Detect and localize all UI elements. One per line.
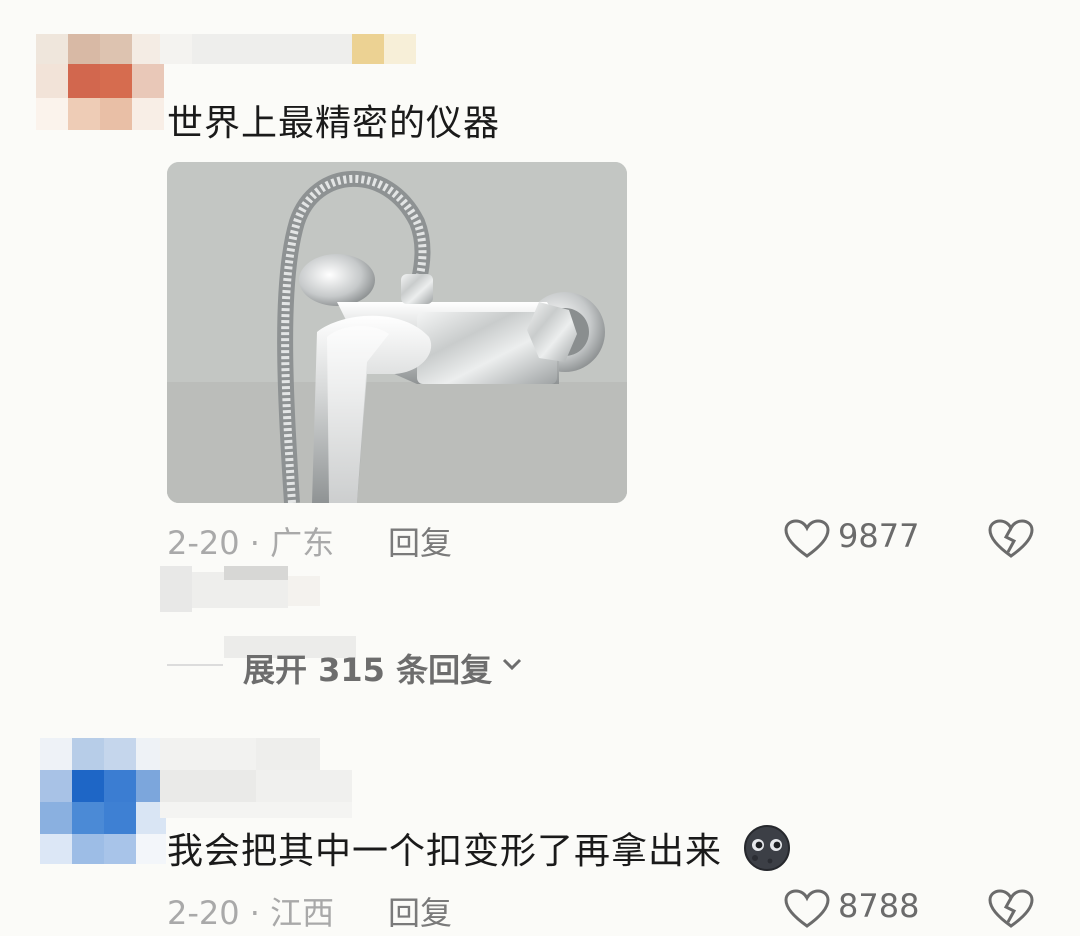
reply-button[interactable]: 回复	[388, 888, 452, 934]
avatar[interactable]	[36, 34, 164, 130]
heart-outline-icon	[784, 519, 830, 563]
new-moon-face-emoji	[740, 825, 794, 880]
dislike-button[interactable]	[988, 889, 1034, 933]
expand-divider	[167, 664, 223, 666]
chevron-down-icon	[501, 657, 523, 677]
comment-text: 世界上最精密的仪器	[167, 103, 501, 144]
reply-button[interactable]: 回复	[388, 518, 452, 564]
comment-meta: 2-20 · 江西	[167, 894, 335, 932]
comment-image[interactable]	[167, 162, 627, 503]
username[interactable]	[160, 34, 416, 64]
comment-text: 我会把其中一个扣变形了再拿出来	[167, 831, 723, 872]
comment-meta: 2-20 · 广东	[167, 524, 335, 562]
avatar[interactable]	[40, 738, 166, 864]
sub-reply-preview[interactable]	[160, 566, 320, 612]
dislike-button[interactable]	[988, 519, 1034, 563]
broken-heart-icon	[988, 889, 1034, 933]
faucet-photo	[167, 162, 627, 503]
like-count: 9877	[838, 517, 920, 555]
expand-label: 展开 315 条回复	[243, 651, 493, 689]
heart-outline-icon	[784, 889, 830, 933]
username[interactable]	[160, 738, 352, 818]
like-count: 8788	[838, 887, 920, 925]
comment-text-row: 我会把其中一个扣变形了再拿出来	[167, 822, 794, 880]
broken-heart-icon	[988, 519, 1034, 563]
